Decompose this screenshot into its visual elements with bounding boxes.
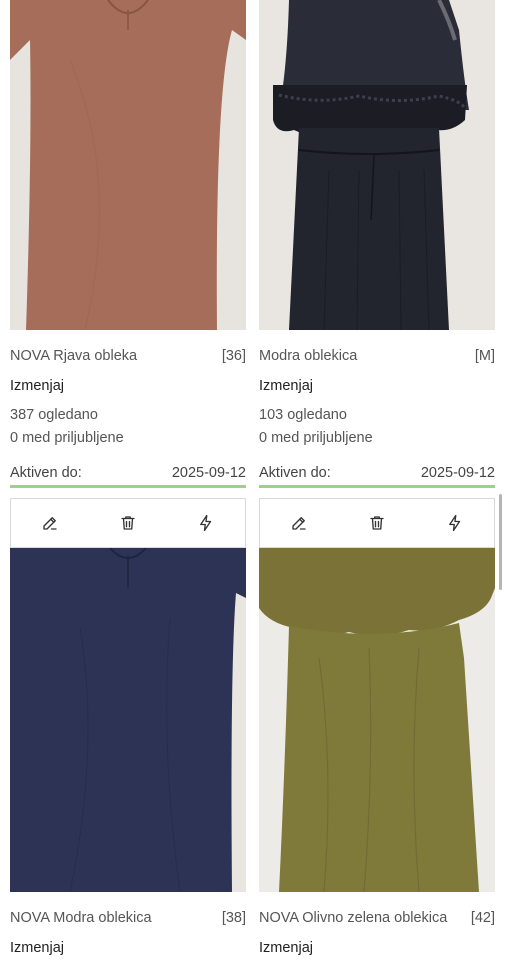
size-badge: [42]: [470, 910, 495, 926]
lightning-icon: [449, 514, 461, 532]
boost-button[interactable]: [191, 508, 221, 538]
favorites-count: 0 med priljubljene: [259, 430, 373, 446]
boost-button[interactable]: [440, 508, 470, 538]
delete-button[interactable]: [113, 508, 143, 538]
listing-title[interactable]: NOVA Rjava obleka: [10, 348, 137, 364]
brand-label: Izmenjaj: [259, 940, 313, 956]
listing-title[interactable]: NOVA Modra oblekica: [10, 910, 152, 926]
views-count: 387 ogledano: [10, 407, 98, 423]
listing-title-row[interactable]: Modra oblekica [M]: [259, 348, 495, 364]
listing-actions: [10, 498, 246, 548]
listing-title[interactable]: NOVA Olivno zelena oblekica: [259, 910, 447, 926]
active-until: Aktiven do: 2025-09-12: [259, 465, 495, 488]
brand-label: Izmenjaj: [259, 378, 313, 394]
views-count: 103 ogledano: [259, 407, 347, 423]
trash-icon: [121, 516, 135, 530]
listing-image[interactable]: [10, 548, 246, 892]
size-badge: [38]: [221, 910, 246, 926]
listing-image[interactable]: [259, 0, 495, 330]
active-date: 2025-09-12: [420, 465, 495, 481]
listing-actions: [259, 498, 495, 548]
active-date: 2025-09-12: [171, 465, 246, 481]
size-badge: [36]: [221, 348, 246, 364]
active-until: Aktiven do: 2025-09-12: [10, 465, 246, 488]
brand-label: Izmenjaj: [10, 378, 64, 394]
size-badge: [M]: [474, 348, 495, 364]
pencil-icon: [43, 517, 57, 530]
trash-icon: [370, 516, 384, 530]
active-label: Aktiven do:: [259, 465, 331, 481]
lightning-icon: [200, 514, 212, 532]
listing-image[interactable]: [259, 548, 495, 892]
listing-title-row[interactable]: NOVA Rjava obleka [36]: [10, 348, 246, 364]
edit-button[interactable]: [35, 508, 65, 538]
edit-button[interactable]: [284, 508, 314, 538]
scrollbar[interactable]: [499, 494, 502, 590]
listing-image[interactable]: [10, 0, 246, 330]
delete-button[interactable]: [362, 508, 392, 538]
brand-label: Izmenjaj: [10, 940, 64, 956]
favorites-count: 0 med priljubljene: [10, 430, 124, 446]
pencil-icon: [292, 517, 306, 530]
listing-title[interactable]: Modra oblekica: [259, 348, 357, 364]
listing-title-row[interactable]: NOVA Modra oblekica [38]: [10, 910, 246, 926]
active-label: Aktiven do:: [10, 465, 82, 481]
listing-title-row[interactable]: NOVA Olivno zelena oblekica [42]: [259, 910, 495, 926]
